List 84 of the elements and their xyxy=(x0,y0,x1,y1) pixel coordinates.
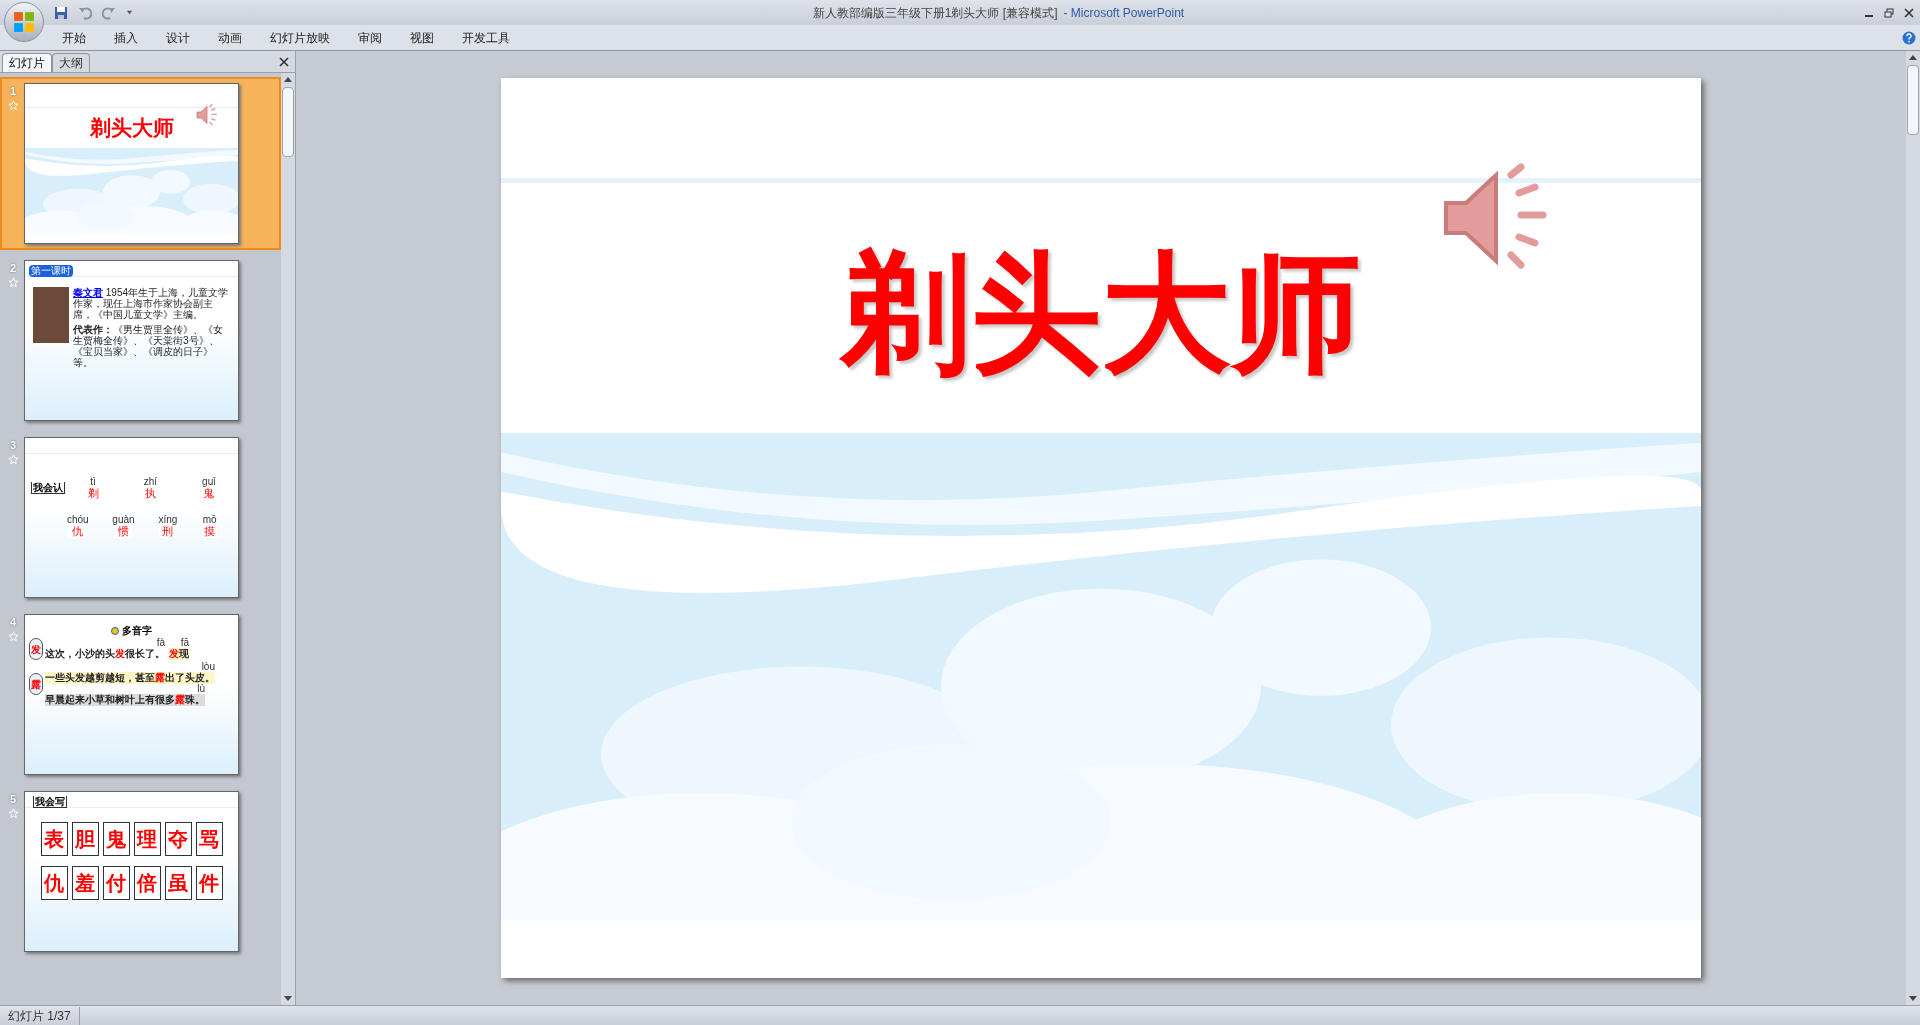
example-sentence: 一些头发越剪越短，甚至露出了头皮。 xyxy=(45,672,215,684)
slide-number: 5 xyxy=(9,792,17,807)
panel-tab[interactable]: 幻灯片 xyxy=(2,53,52,72)
speaker-icon xyxy=(196,104,218,126)
star-icon xyxy=(7,630,19,642)
vertical-scrollbar[interactable] xyxy=(281,73,295,1005)
works-text: 代表作：《男生贾里全传》、《女生贾梅全传》、《天棠街3号》、《宝贝当家》、《调皮的日子》等。 xyxy=(73,324,224,368)
ribbon-tab[interactable]: 插入 xyxy=(102,28,150,47)
pinyin-text: fā xyxy=(180,638,189,648)
pinyin-text: tì xyxy=(90,476,96,487)
slide-title: 剃头大师 xyxy=(841,243,1361,383)
pinyin-text: chóu xyxy=(66,514,89,525)
slide-thumbnail-row[interactable]: 3 我会认 tì 剃 zhí 执 guǐ 鬼 chóu 仇 guàn 惯 xíng 刑 mō 摸 xyxy=(0,431,281,604)
star-icon xyxy=(7,99,19,111)
photo-placeholder xyxy=(33,287,69,343)
section-label: 我会认 xyxy=(31,482,65,494)
character-text: 鬼 xyxy=(203,487,215,500)
writing-grid-character: 鬼 xyxy=(102,822,130,856)
scroll-thumb[interactable] xyxy=(1907,65,1919,135)
slide-title: 剃头大师 xyxy=(89,115,174,141)
scroll-thumb[interactable] xyxy=(282,87,294,157)
writing-grid-character: 骂 xyxy=(195,822,223,856)
slide-number: 2 xyxy=(9,261,17,276)
pinyin-text: guǐ xyxy=(202,476,216,487)
ribbon-tab[interactable]: 开始 xyxy=(50,28,98,47)
writing-grid-character: 仇 xyxy=(40,866,68,900)
lesson-badge: 第一课时 xyxy=(29,265,73,277)
writing-grid-character: 表 xyxy=(40,822,68,856)
restore-icon[interactable] xyxy=(1884,7,1894,18)
writing-grid-character: 夺 xyxy=(164,822,192,856)
slide-thumbnail-row[interactable]: 4 多音字 发 fà 这次，小沙的头发很长了。 fā 发现 露 lòu 一些头发越剪越短，甚至露出了头皮。 lù 早晨起来小草和树叶上有很多露珠。 xyxy=(0,608,281,781)
writing-grid-character: 羞 xyxy=(71,866,99,900)
star-icon xyxy=(7,453,19,465)
character-text: 剃 xyxy=(87,487,99,500)
writing-grid-character: 虽 xyxy=(164,866,192,900)
character-text: 执 xyxy=(144,487,156,500)
slide-thumbnail-row[interactable]: 1 剃头大师 xyxy=(0,77,281,250)
office-button[interactable] xyxy=(4,2,44,42)
pinyin-text: lòu xyxy=(201,662,215,672)
save-icon[interactable] xyxy=(54,5,68,20)
dropdown-icon[interactable] xyxy=(126,9,133,16)
office-logo-icon xyxy=(13,11,35,33)
writing-grid-character: 件 xyxy=(195,866,223,900)
pinyin-text: mō xyxy=(202,514,217,525)
pinyin-text: zhí xyxy=(143,476,157,487)
example-sentence: 这次，小沙的头发很长了。 xyxy=(45,648,165,660)
example-sentence: 发现 xyxy=(169,648,189,660)
app-name: - Microsoft PowerPoint xyxy=(1063,4,1185,22)
star-icon xyxy=(7,807,19,819)
character-text: 仇 xyxy=(69,525,87,538)
slide-thumbnail-row[interactable]: 2 第一课时 秦文君 1954年生于上海，儿童文学作家，现任上海市作家协会副主席，《中国儿童文学》主编。 代表作：《男生贾里全传》、《女生贾梅全传》、《天棠街3号》、《宝贝当家》、《调皮的日子》等。 xyxy=(0,254,281,427)
ribbon-tab[interactable]: 视图 xyxy=(398,28,446,47)
window-title: 新人教部编版三年级下册1剃头大师 [兼容模式] xyxy=(812,4,1058,22)
section-label: 我会写 xyxy=(33,796,67,808)
character-text: 摸 xyxy=(201,525,219,538)
character-text: 惯 xyxy=(115,525,132,538)
ribbon-tab[interactable]: 幻灯片放映 xyxy=(258,28,342,47)
character-text: 刑 xyxy=(159,525,177,538)
vertical-scrollbar[interactable] xyxy=(1906,51,1920,1005)
pinyin-text: guàn xyxy=(112,514,135,525)
ribbon-tab[interactable]: 开发工具 xyxy=(450,28,522,47)
slide-heading: 多音字 xyxy=(122,625,152,636)
pinyin-text: fà xyxy=(156,638,165,648)
pinyin-text: lù xyxy=(197,684,205,694)
writing-grid-character: 胆 xyxy=(71,822,99,856)
writing-grid-character: 付 xyxy=(102,866,130,900)
help-icon[interactable] xyxy=(1902,30,1916,45)
panel-tab[interactable]: 大纲 xyxy=(52,53,90,72)
star-icon xyxy=(7,276,19,288)
slide-number: 4 xyxy=(9,615,17,630)
author-bio: 秦文君 1954年生于上海，儿童文学作家，现任上海市作家协会副主席，《中国儿童文学》主编。 xyxy=(73,287,230,320)
status-text: 幻灯片 1/37 xyxy=(0,1006,80,1025)
slide-number: 3 xyxy=(9,438,17,453)
ribbon-tab[interactable]: 动画 xyxy=(206,28,254,47)
writing-grid-character: 理 xyxy=(133,822,161,856)
slide-thumbnail-row[interactable]: 5 我会写 表 胆 鬼 理 夺 骂 仇 羞 付 倍 虽 件 xyxy=(0,785,281,958)
ribbon-tab[interactable]: 审阅 xyxy=(346,28,394,47)
close-icon[interactable] xyxy=(1904,7,1914,18)
pinyin-text: xíng xyxy=(158,514,178,525)
example-sentence: 早晨起来小草和树叶上有很多露珠。 xyxy=(45,694,205,706)
slide-number: 1 xyxy=(9,84,17,99)
close-icon[interactable] xyxy=(279,57,289,67)
ribbon-tab[interactable]: 设计 xyxy=(154,28,202,47)
writing-grid-character: 倍 xyxy=(133,866,161,900)
